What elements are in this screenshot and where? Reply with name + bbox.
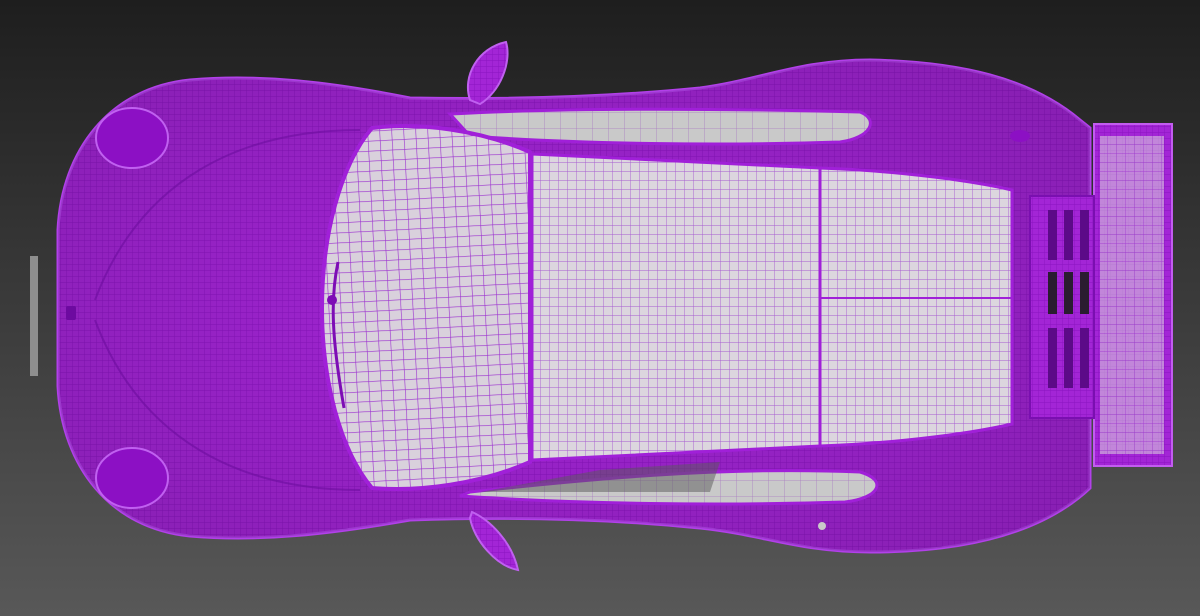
side-window-left	[446, 107, 872, 146]
headlight-right	[95, 447, 169, 509]
windshield	[319, 124, 532, 491]
rear-wing	[1093, 123, 1173, 467]
viewport-canvas	[0, 0, 1200, 616]
rear-window	[818, 166, 1014, 448]
roof	[530, 152, 822, 462]
engine-vents	[1029, 195, 1095, 419]
hood-badge	[66, 306, 76, 320]
3d-viewport[interactable]	[0, 0, 1200, 616]
headlight-left	[95, 107, 169, 169]
front-bumper-edge	[30, 256, 38, 376]
